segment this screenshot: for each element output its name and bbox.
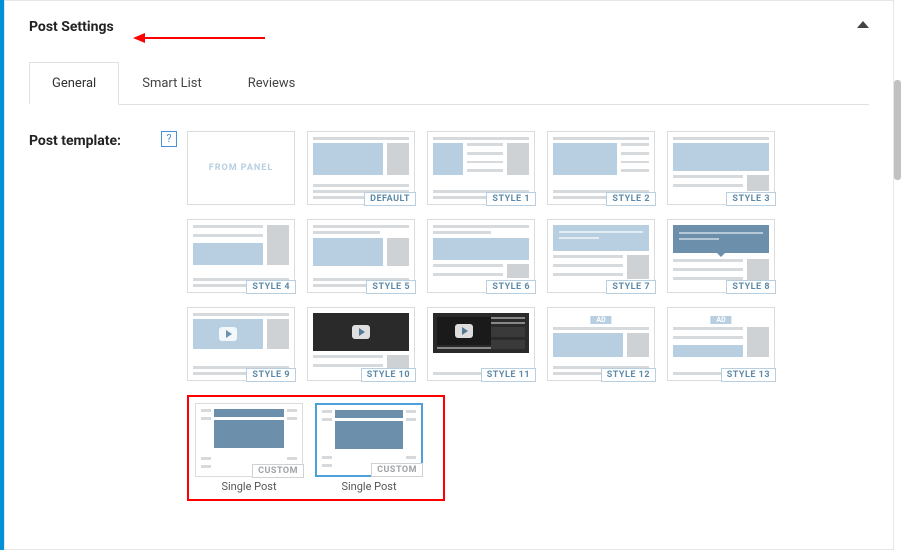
template-style-6[interactable]: STYLE 6	[427, 219, 535, 293]
badge-style-9: STYLE 9	[246, 368, 296, 382]
panel-content: General Smart List Reviews Post template…	[5, 49, 893, 501]
badge-style-12: STYLE 12	[601, 368, 656, 382]
badge-style-3: STYLE 3	[726, 192, 776, 206]
tab-smart-list[interactable]: Smart List	[119, 62, 225, 105]
annotation-arrow-head	[133, 33, 145, 43]
tab-reviews[interactable]: Reviews	[225, 62, 319, 105]
badge-style-2: STYLE 2	[606, 192, 656, 206]
template-custom-1[interactable]: CUSTOM	[195, 403, 303, 477]
badge-custom-1: CUSTOM	[252, 464, 304, 478]
template-style-13[interactable]: AD STYLE 13	[667, 307, 775, 381]
template-style-7[interactable]: STYLE 7	[547, 219, 655, 293]
badge-style-6: STYLE 6	[486, 280, 536, 294]
template-style-3[interactable]: STYLE 3	[667, 131, 775, 205]
post-template-label: Post template:	[29, 131, 159, 149]
template-style-11[interactable]: STYLE 11	[427, 307, 535, 381]
template-default[interactable]: DEFAULT	[307, 131, 415, 205]
badge-default: DEFAULT	[364, 192, 416, 206]
tab-general[interactable]: General	[29, 62, 119, 105]
badge-custom-2: CUSTOM	[371, 463, 423, 477]
ad-tag-13: AD	[710, 316, 731, 324]
badge-style-13: STYLE 13	[721, 368, 776, 382]
annotation-arrow-line	[145, 37, 265, 39]
template-style-8[interactable]: STYLE 8	[667, 219, 775, 293]
tab-panel-general: Post template: ? FROM PANEL	[29, 105, 869, 501]
caption-custom-1: Single Post	[195, 481, 303, 493]
badge-style-5: STYLE 5	[366, 280, 416, 294]
badge-style-8: STYLE 8	[726, 280, 776, 294]
badge-style-11: STYLE 11	[481, 368, 536, 382]
help-icon[interactable]: ?	[161, 131, 177, 147]
ad-tag-12: AD	[590, 316, 611, 324]
custom-templates-highlight: CUSTOM Single Post	[187, 395, 445, 501]
template-grid: FROM PANEL	[187, 131, 827, 501]
template-style-12[interactable]: AD STYLE 12	[547, 307, 655, 381]
badge-style-10: STYLE 10	[361, 368, 416, 382]
template-from-panel[interactable]: FROM PANEL	[187, 131, 295, 205]
tabs: General Smart List Reviews	[29, 61, 869, 105]
badge-style-7: STYLE 7	[606, 280, 656, 294]
from-panel-text: FROM PANEL	[209, 163, 273, 173]
badge-style-1: STYLE 1	[486, 192, 536, 206]
template-style-5[interactable]: STYLE 5	[307, 219, 415, 293]
template-style-2[interactable]: STYLE 2	[547, 131, 655, 205]
panel-title: Post Settings	[29, 19, 114, 35]
post-settings-panel: Post Settings General Smart List Reviews…	[4, 0, 894, 550]
caption-custom-2: Single Post	[315, 481, 423, 493]
template-style-10[interactable]: STYLE 10	[307, 307, 415, 381]
template-style-4[interactable]: STYLE 4	[187, 219, 295, 293]
template-style-1[interactable]: STYLE 1	[427, 131, 535, 205]
badge-style-4: STYLE 4	[246, 280, 296, 294]
collapse-icon[interactable]	[857, 21, 869, 28]
scrollbar-thumb[interactable]	[894, 80, 901, 180]
template-style-9[interactable]: STYLE 9	[187, 307, 295, 381]
template-custom-2[interactable]: CUSTOM	[315, 403, 423, 477]
